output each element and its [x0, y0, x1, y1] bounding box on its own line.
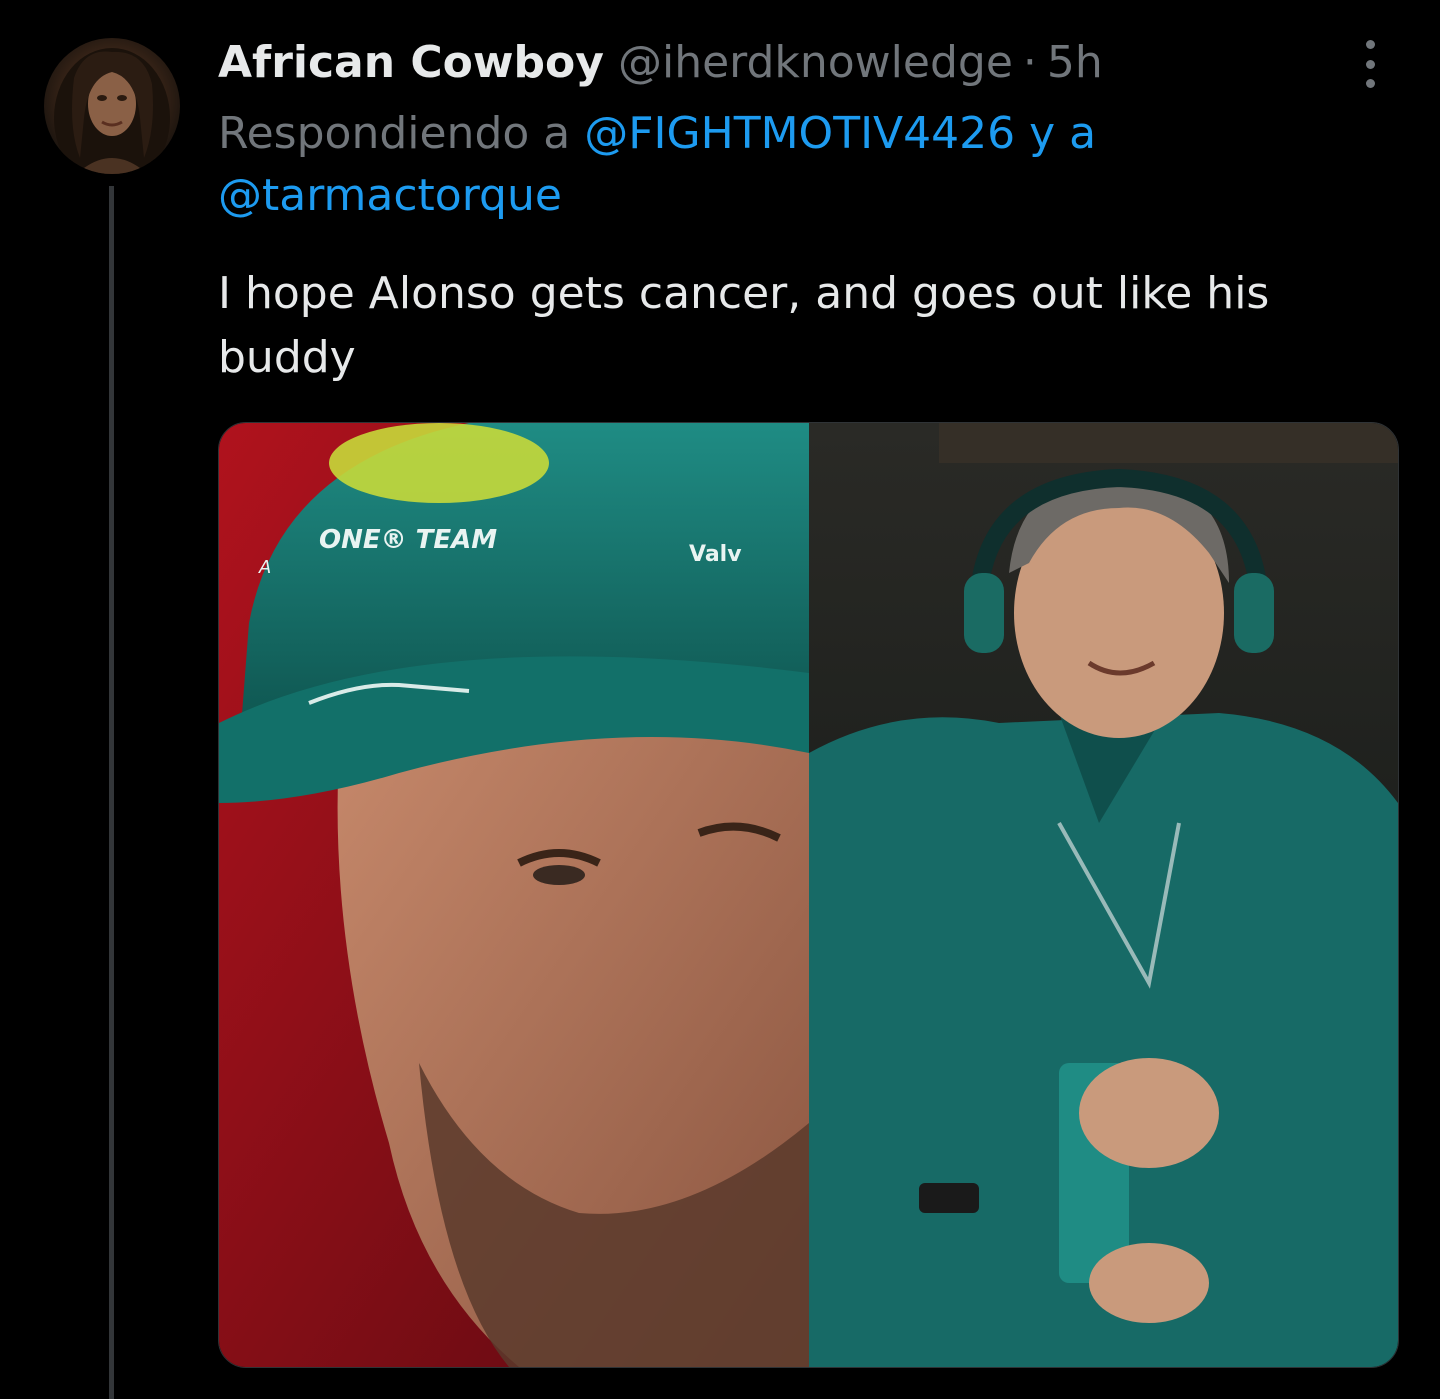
more-dot: [1365, 79, 1375, 88]
media-image: ONE® TEAM A Valv: [219, 423, 1398, 1367]
user-handle[interactable]: @iherdknowledge: [618, 37, 1013, 88]
more-options-icon[interactable]: [1350, 40, 1390, 88]
tweet-media[interactable]: ONE® TEAM A Valv: [218, 422, 1399, 1368]
tweet-text: I hope Alonso gets cancer, and goes out …: [218, 268, 1270, 383]
replying-prefix: Respondiendo a: [218, 108, 571, 159]
thread-line: [109, 186, 114, 1399]
timestamp[interactable]: 5h: [1047, 37, 1103, 88]
sponsor-text: Valv: [689, 542, 742, 567]
reply-to-link-1[interactable]: @FIGHTMOTIV4426: [584, 108, 1015, 159]
reply-join[interactable]: y a: [1029, 108, 1096, 159]
cap-text: ONE® TEAM: [319, 525, 497, 555]
more-dot: [1365, 40, 1375, 49]
display-name[interactable]: African Cowboy: [218, 37, 604, 88]
reply-to-link-2[interactable]: @tarmactorque: [218, 170, 562, 221]
avatar[interactable]: [44, 38, 180, 174]
separator-dot: ·: [1022, 36, 1037, 88]
more-dot: [1365, 59, 1375, 69]
tweet[interactable]: African Cowboy @iherdknowledge · 5h Resp…: [0, 0, 1440, 1399]
replying-to: Respondiendo a @FIGHTMOTIV4426 y a @tarm…: [218, 103, 1388, 227]
cap-text-prefix: A: [258, 557, 271, 578]
avatar-image: [54, 48, 170, 174]
tweet-header: African Cowboy @iherdknowledge · 5h: [218, 30, 1348, 94]
